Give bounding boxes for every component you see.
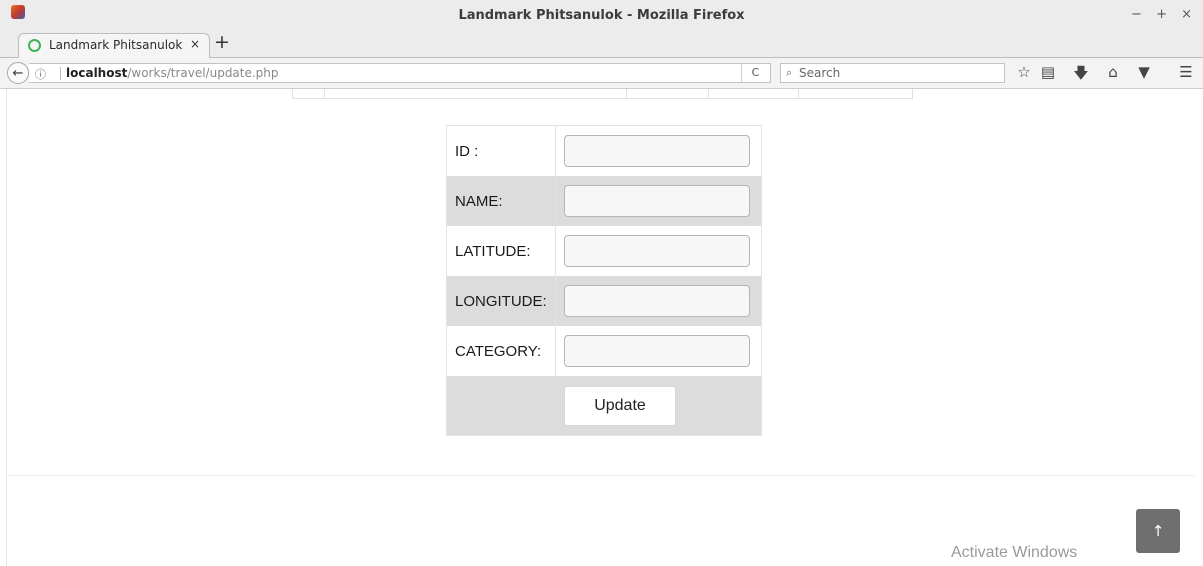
window-title: Landmark Phitsanulok - Mozilla Firefox (458, 8, 745, 23)
id-field[interactable] (564, 135, 750, 167)
content-divider (8, 475, 1195, 476)
id-label: ID : (447, 126, 556, 176)
url-host: localhost (66, 66, 128, 80)
update-button[interactable]: Update (564, 385, 676, 426)
activate-windows-watermark: Activate Windows (951, 544, 1078, 561)
back-button[interactable]: ← (7, 62, 29, 84)
tab-close-icon[interactable]: × (190, 37, 200, 51)
content-left-border (6, 89, 7, 566)
latitude-label: LATITUDE: (447, 226, 556, 276)
reading-list-icon[interactable]: ▤ (1037, 63, 1059, 81)
new-tab-button[interactable]: + (214, 31, 230, 53)
title-bar: Landmark Phitsanulok - Mozilla Firefox −… (0, 0, 1203, 30)
form-row-latitude: LATITUDE: (447, 226, 761, 276)
page-content: ID : NAME: LATITUDE: LONGITUDE: CATEGORY… (0, 89, 1203, 566)
form-row-longitude: LONGITUDE: (447, 276, 761, 326)
back-to-top-button[interactable]: ↑ (1136, 509, 1180, 553)
url-path: /works/travel/update.php (127, 66, 279, 80)
update-form: ID : NAME: LATITUDE: LONGITUDE: CATEGORY… (446, 125, 762, 436)
form-row-submit: Update (447, 376, 761, 435)
download-icon[interactable]: 🡇 (1070, 63, 1092, 88)
favicon-icon (28, 39, 41, 52)
tab-landmark[interactable]: Landmark Phitsanulok × (18, 33, 210, 58)
pocket-icon[interactable]: ▼ (1133, 63, 1155, 81)
url-text[interactable]: localhost/works/travel/update.php (66, 66, 279, 80)
bookmark-star-icon[interactable]: ☆ (1013, 63, 1035, 81)
category-label: CATEGORY: (447, 326, 556, 376)
form-row-name: NAME: (447, 176, 761, 226)
tab-label: Landmark Phitsanulok (49, 38, 183, 52)
longitude-field[interactable] (564, 285, 750, 317)
search-input[interactable] (799, 65, 999, 81)
search-bar[interactable]: ⌕ (780, 63, 1005, 83)
category-field[interactable] (564, 335, 750, 367)
url-bar[interactable]: ⓘ localhost/works/travel/update.php C (29, 63, 771, 83)
reload-icon[interactable]: C (741, 64, 769, 82)
search-icon: ⌕ (786, 66, 793, 79)
info-icon[interactable]: ⓘ (35, 66, 46, 82)
header-table-remnant (292, 89, 913, 99)
submit-row-spacer (447, 376, 556, 435)
url-separator (60, 67, 61, 80)
longitude-label: LONGITUDE: (447, 276, 556, 326)
window-controls[interactable]: − + × (1131, 7, 1197, 22)
name-field[interactable] (564, 185, 750, 217)
nav-bar: ← ⓘ localhost/works/travel/update.php C … (0, 58, 1203, 89)
form-row-id: ID : (447, 126, 761, 176)
menu-icon[interactable]: ☰ (1175, 63, 1197, 81)
home-icon[interactable]: ⌂ (1102, 63, 1124, 81)
name-label: NAME: (447, 176, 556, 226)
latitude-field[interactable] (564, 235, 750, 267)
form-row-category: CATEGORY: (447, 326, 761, 376)
tab-strip: Landmark Phitsanulok × + (0, 30, 1203, 58)
